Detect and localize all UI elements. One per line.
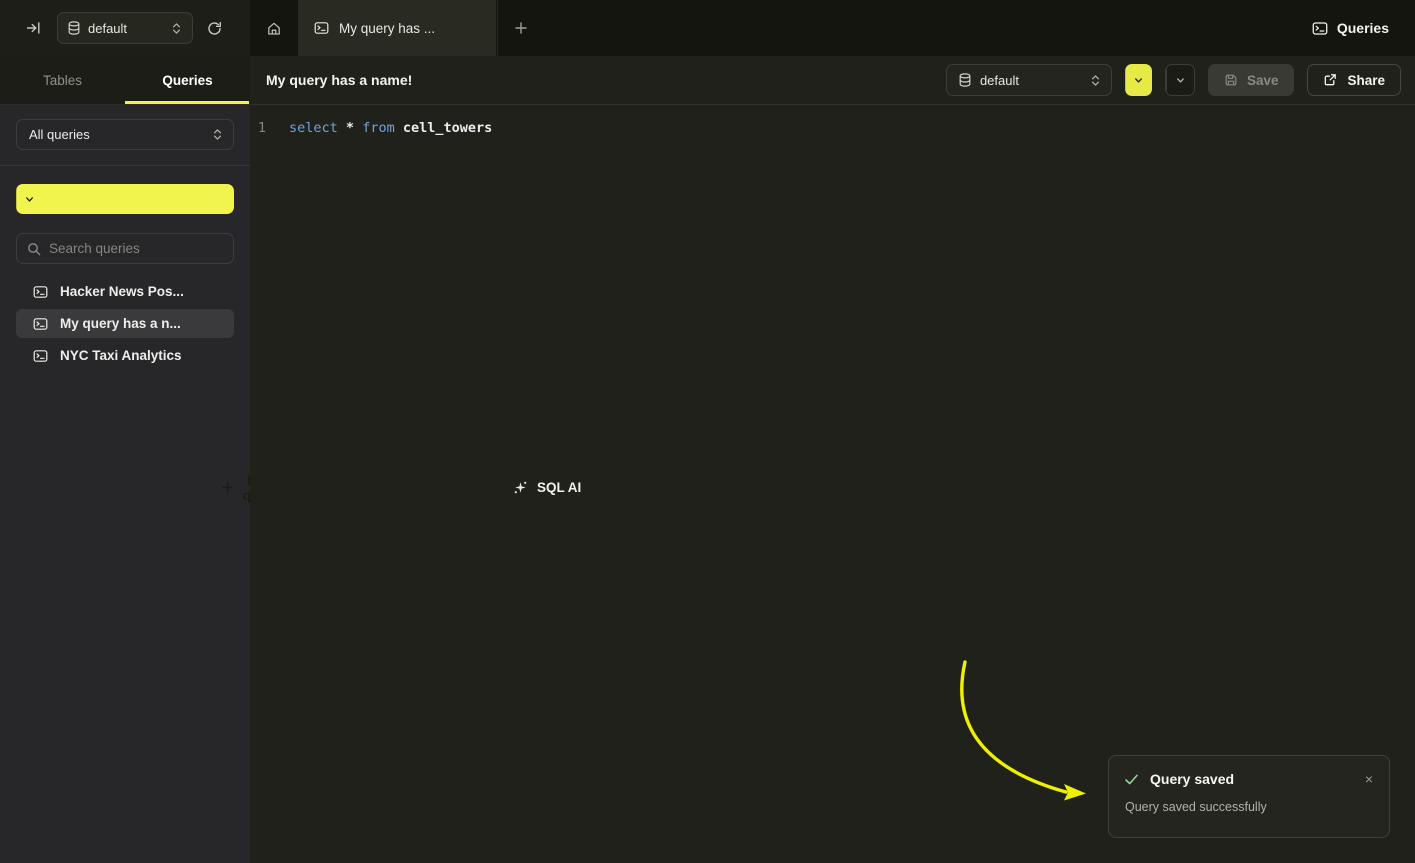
share-label: Share [1347, 73, 1385, 88]
main-panel: My query has a name! default [250, 56, 1415, 863]
new-query-button[interactable]: New query [16, 184, 234, 214]
save-icon [1224, 73, 1238, 87]
main-header: My query has a name! default [250, 56, 1415, 105]
toolbar: default Run [946, 64, 1401, 96]
header-database-value: default [980, 73, 1081, 88]
save-label: Save [1247, 73, 1279, 88]
updown-chevron-icon [1090, 74, 1101, 87]
page-title: My query has a name! [266, 72, 412, 88]
queries-nav-button[interactable]: Queries [1312, 0, 1415, 56]
query-list-item[interactable]: My query has a n... [16, 309, 234, 338]
collapse-sidebar-button[interactable] [20, 15, 47, 41]
query-terminal-icon [314, 21, 329, 35]
collapse-sidebar-icon [26, 21, 41, 35]
sidebar: Tables Queries All queries New query [0, 56, 250, 863]
toast-close-button[interactable]: × [1363, 770, 1375, 788]
updown-chevron-icon [171, 22, 182, 35]
search-queries-box [16, 233, 234, 264]
sidebar-tab-tables[interactable]: Tables [0, 56, 125, 104]
query-filter-value: All queries [29, 127, 212, 142]
header-database-selector[interactable]: default [946, 64, 1112, 96]
tab-strip: My query has ... Queries [250, 0, 1415, 56]
refresh-icon [207, 21, 222, 36]
plus-icon [514, 21, 528, 35]
updown-chevron-icon [212, 128, 223, 141]
refresh-button[interactable] [201, 15, 228, 42]
query-terminal-icon [33, 349, 48, 363]
search-icon [27, 242, 41, 256]
run-button[interactable]: Run [1125, 64, 1152, 96]
sidebar-tab-queries[interactable]: Queries [125, 56, 250, 104]
toast-query-saved: Query saved × Query saved successfully [1108, 755, 1390, 838]
topbar-database-value: default [88, 21, 163, 36]
sql-ai-button[interactable]: SQL AI [1165, 64, 1195, 96]
share-external-icon [1323, 73, 1337, 87]
queries-terminal-icon [1312, 21, 1328, 36]
search-queries-input[interactable] [49, 241, 226, 256]
share-button[interactable]: Share [1307, 64, 1401, 96]
query-terminal-icon [33, 285, 48, 299]
query-item-label: Hacker News Pos... [60, 284, 184, 299]
topbar: default [0, 0, 1415, 56]
home-icon [266, 21, 282, 36]
toast-title: Query saved [1150, 771, 1352, 787]
sidebar-divider [0, 165, 250, 166]
sidebar-body: All queries New query [0, 105, 250, 370]
query-list-item[interactable]: Hacker News Pos... [16, 277, 234, 306]
query-tab-label: My query has ... [339, 21, 435, 36]
new-query-dropdown[interactable] [16, 184, 42, 214]
database-icon [68, 21, 80, 35]
toast-message: Query saved successfully [1124, 800, 1375, 814]
check-icon [1124, 773, 1139, 786]
save-button[interactable]: Save [1208, 64, 1295, 96]
query-tab[interactable]: My query has ... [298, 0, 496, 56]
topbar-left-section: default [0, 0, 250, 56]
query-list-item[interactable]: NYC Taxi Analytics [16, 341, 234, 370]
query-filter-select[interactable]: All queries [16, 119, 234, 150]
line-number: 1 [250, 118, 274, 139]
query-terminal-icon [33, 317, 48, 331]
queries-nav-label: Queries [1337, 20, 1389, 36]
run-dropdown[interactable] [1125, 64, 1152, 96]
home-button[interactable] [250, 0, 298, 56]
sql-ai-dropdown[interactable] [1166, 65, 1194, 95]
sidebar-tabs: Tables Queries [0, 56, 250, 105]
query-item-label: My query has a n... [60, 316, 181, 331]
query-item-label: NYC Taxi Analytics [60, 348, 182, 363]
topbar-database-selector[interactable]: default [57, 12, 193, 44]
query-list: Hacker News Pos... My query has a n... NYC… [16, 277, 234, 370]
new-tab-button[interactable] [498, 0, 544, 56]
database-icon [959, 73, 971, 87]
